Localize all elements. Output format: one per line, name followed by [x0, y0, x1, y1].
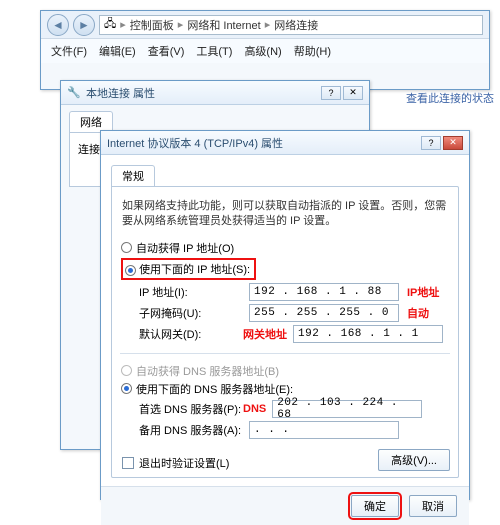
radio-auto-ip-label: 自动获得 IP 地址(O)	[136, 240, 234, 256]
ip-group: 自动获得 IP 地址(O) 使用下面的 IP 地址(S): IP 地址(I): …	[120, 237, 450, 347]
breadcrumb-item[interactable]: 网络连接	[274, 17, 318, 33]
dns2-input[interactable]: . . .	[249, 421, 399, 439]
radio-auto-ip[interactable]	[121, 242, 132, 253]
annotation-ip: IP地址	[407, 284, 439, 300]
titlebar: Internet 协议版本 4 (TCP/IPv4) 属性 ? ✕	[101, 131, 469, 155]
radio-manual-ip[interactable]	[125, 265, 136, 276]
breadcrumb-item[interactable]: 控制面板	[130, 17, 174, 33]
ip-address-input[interactable]: 192 . 168 . 1 . 88	[249, 283, 399, 301]
titlebar: 🔧 本地连接 属性 ? ✕	[61, 81, 369, 105]
ip-address-label: IP 地址(I):	[139, 284, 249, 300]
gateway-input[interactable]: 192 . 168 . 1 . 1	[293, 325, 443, 343]
subnet-mask-input[interactable]: 255 . 255 . 255 . 0	[249, 304, 399, 322]
nav-forward-button[interactable]: ►	[73, 14, 95, 36]
gateway-label: 默认网关(D):	[139, 326, 249, 342]
radio-manual-dns-label: 使用下面的 DNS 服务器地址(E):	[136, 381, 293, 397]
menu-bar: 文件(F) 编辑(E) 查看(V) 工具(T) 高级(N) 帮助(H)	[41, 39, 489, 63]
nav-back-button[interactable]: ◄	[47, 14, 69, 36]
menu-view[interactable]: 查看(V)	[148, 43, 185, 59]
radio-auto-dns	[121, 365, 132, 376]
validate-on-exit-label: 退出时验证设置(L)	[139, 455, 229, 471]
dns-group: 自动获得 DNS 服务器地址(B) 使用下面的 DNS 服务器地址(E): 首选…	[120, 360, 450, 443]
folder-icon: 🖧	[104, 15, 116, 34]
status-link[interactable]: 查看此连接的状态	[406, 90, 494, 106]
address-bar-row: ◄ ► 🖧 ▸ 控制面板 ▸ 网络和 Internet ▸ 网络连接	[41, 11, 489, 39]
radio-auto-dns-label: 自动获得 DNS 服务器地址(B)	[136, 363, 279, 379]
dns1-input[interactable]: 202 . 103 . 224 . 68	[272, 400, 422, 418]
advanced-button[interactable]: 高级(V)...	[378, 449, 450, 471]
annotation-auto: 自动	[407, 305, 429, 321]
menu-tools[interactable]: 工具(T)	[196, 43, 232, 59]
breadcrumb-item[interactable]: 网络和 Internet	[187, 17, 260, 33]
dialog-button-row: 确定 取消	[101, 486, 469, 525]
explorer-window: ◄ ► 🖧 ▸ 控制面板 ▸ 网络和 Internet ▸ 网络连接 文件(F)…	[40, 10, 490, 90]
cancel-button[interactable]: 取消	[409, 495, 457, 517]
description-text: 如果网络支持此功能，则可以获取自动指派的 IP 设置。否则，您需要从网络系统管理…	[122, 199, 448, 229]
validate-on-exit-checkbox[interactable]	[122, 457, 134, 469]
radio-manual-ip-label: 使用下面的 IP 地址(S):	[139, 264, 250, 276]
menu-file[interactable]: 文件(F)	[51, 43, 87, 59]
dns2-label: 备用 DNS 服务器(A):	[139, 422, 249, 438]
annotation-dns: DNS	[243, 403, 266, 415]
help-button[interactable]: ?	[321, 86, 341, 100]
network-icon: 🔧	[67, 86, 81, 100]
annotation-gateway: 网关地址	[243, 326, 287, 342]
tcpip-properties-dialog: Internet 协议版本 4 (TCP/IPv4) 属性 ? ✕ 常规 如果网…	[100, 130, 470, 500]
radio-manual-dns[interactable]	[121, 383, 132, 394]
menu-advanced[interactable]: 高级(N)	[244, 43, 281, 59]
help-button[interactable]: ?	[421, 136, 441, 150]
window-title: 本地连接 属性	[86, 85, 316, 101]
dns1-label: 首选 DNS 服务器(P):	[139, 401, 249, 417]
menu-edit[interactable]: 编辑(E)	[99, 43, 136, 59]
annotation-highlight: 使用下面的 IP 地址(S):	[121, 258, 256, 280]
close-button[interactable]: ✕	[343, 86, 363, 100]
tab-general[interactable]: 常规	[111, 165, 155, 186]
address-bar[interactable]: 🖧 ▸ 控制面板 ▸ 网络和 Internet ▸ 网络连接	[99, 15, 483, 35]
window-title: Internet 协议版本 4 (TCP/IPv4) 属性	[107, 135, 416, 151]
menu-help[interactable]: 帮助(H)	[294, 43, 331, 59]
ok-button[interactable]: 确定	[351, 495, 399, 517]
tab-network[interactable]: 网络	[69, 111, 113, 132]
close-button[interactable]: ✕	[443, 136, 463, 150]
subnet-mask-label: 子网掩码(U):	[139, 305, 249, 321]
